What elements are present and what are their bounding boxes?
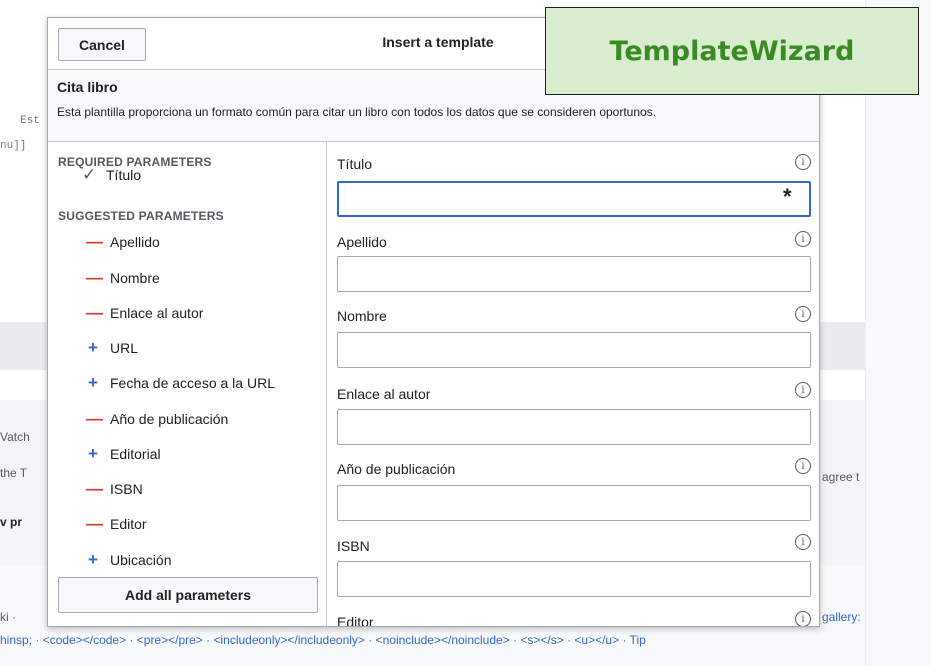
dialog-title: Insert a template: [382, 34, 494, 50]
background-markup-help: hinsp; · <code></code> · <pre></pre> · <…: [0, 633, 646, 647]
background-text: Vatch: [0, 430, 30, 444]
sidebar-item-ano-de-publicacion[interactable]: — Año de publicación: [86, 407, 228, 431]
info-icon[interactable]: i: [795, 534, 811, 550]
sidebar-item-label: Nombre: [110, 270, 160, 286]
remove-icon: —: [86, 232, 103, 251]
field-label-enlace-al-autor: Enlace al autor: [337, 386, 431, 402]
sidebar-item-label: URL: [110, 340, 139, 356]
sidebar-item-label: Título: [106, 167, 142, 183]
templatewizard-banner: TemplateWizard: [545, 7, 919, 95]
info-icon[interactable]: i: [795, 611, 811, 626]
sidebar-item-isbn[interactable]: — ISBN: [86, 477, 143, 501]
info-icon[interactable]: i: [795, 382, 811, 398]
check-icon: ✓: [82, 165, 97, 184]
required-marker: *: [783, 184, 792, 209]
sidebar-item-enlace-al-autor[interactable]: — Enlace al autor: [86, 301, 203, 325]
background-link[interactable]: gallery:: [822, 610, 861, 624]
field-label-titulo: Título: [337, 156, 373, 172]
remove-icon: —: [86, 479, 103, 498]
background-margin: [866, 0, 931, 666]
info-icon[interactable]: i: [795, 154, 811, 170]
background-text: ki ·: [0, 610, 16, 624]
sidebar-item-label: Año de publicación: [110, 411, 229, 427]
field-label-nombre: Nombre: [337, 308, 387, 324]
field-label-isbn: ISBN: [337, 538, 370, 554]
isbn-input[interactable]: [337, 561, 811, 597]
sidebar-item-label: Editor: [110, 516, 147, 532]
nombre-input[interactable]: [337, 332, 811, 368]
field-label-editor: Editor: [337, 614, 374, 627]
background-text: the T: [0, 466, 28, 480]
template-name: Cita libro: [57, 79, 118, 95]
sidebar-item-editorial[interactable]: + Editorial: [86, 442, 161, 466]
add-icon: +: [88, 338, 98, 357]
sidebar-item-titulo[interactable]: ✓ Título: [82, 163, 141, 187]
sidebar-item-label: Editorial: [110, 446, 161, 462]
sidebar-item-apellido[interactable]: — Apellido: [86, 230, 160, 254]
background-text: nu]]: [0, 140, 27, 152]
sidebar-item-label: Fecha de acceso a la URL: [110, 375, 275, 391]
suggested-parameters-header: SUGGESTED PARAMETERS: [58, 209, 224, 223]
sidebar-item-fecha-de-acceso[interactable]: + Fecha de acceso a la URL: [86, 371, 275, 395]
sidebar-item-label: Enlace al autor: [110, 305, 204, 321]
template-description: Esta plantilla proporciona un formato co…: [57, 105, 657, 119]
add-icon: +: [88, 444, 98, 463]
cancel-button[interactable]: Cancel: [58, 28, 146, 61]
sidebar-item-label: ISBN: [110, 481, 143, 497]
enlace-al-autor-input[interactable]: [337, 409, 811, 445]
insert-template-dialog: Cancel Insert a template Cita libro Esta…: [47, 17, 820, 627]
sidebar-item-label: Ubicación: [110, 552, 172, 568]
background-text: agree t: [822, 470, 860, 484]
info-icon[interactable]: i: [795, 458, 811, 474]
background-text: v pr: [0, 515, 23, 529]
apellido-input[interactable]: [337, 256, 811, 292]
titulo-input[interactable]: [337, 181, 811, 217]
field-label-ano-de-publicacion: Año de publicación: [337, 461, 456, 477]
remove-icon: —: [86, 303, 103, 322]
remove-icon: —: [86, 514, 103, 533]
sidebar-item-label: Apellido: [110, 234, 160, 250]
ano-de-publicacion-input[interactable]: [337, 485, 811, 521]
info-icon[interactable]: i: [795, 306, 811, 322]
parameter-sidebar: REQUIRED PARAMETERS ✓ Título SUGGESTED P…: [48, 142, 327, 626]
sidebar-item-url[interactable]: + URL: [86, 336, 138, 360]
field-label-apellido: Apellido: [337, 234, 387, 250]
sidebar-item-nombre[interactable]: — Nombre: [86, 266, 160, 290]
add-all-parameters-button[interactable]: Add all parameters: [58, 577, 318, 613]
add-icon: +: [88, 373, 98, 392]
sidebar-item-editor[interactable]: — Editor: [86, 512, 147, 536]
add-icon: +: [88, 550, 98, 569]
parameter-fields: Título i * Apellido i Nombre i Enlace al…: [328, 142, 819, 627]
info-icon[interactable]: i: [795, 231, 811, 247]
background-text: Est: [20, 115, 40, 127]
remove-icon: —: [86, 409, 103, 428]
remove-icon: —: [86, 268, 103, 287]
sidebar-item-ubicacion[interactable]: + Ubicación: [86, 548, 171, 572]
